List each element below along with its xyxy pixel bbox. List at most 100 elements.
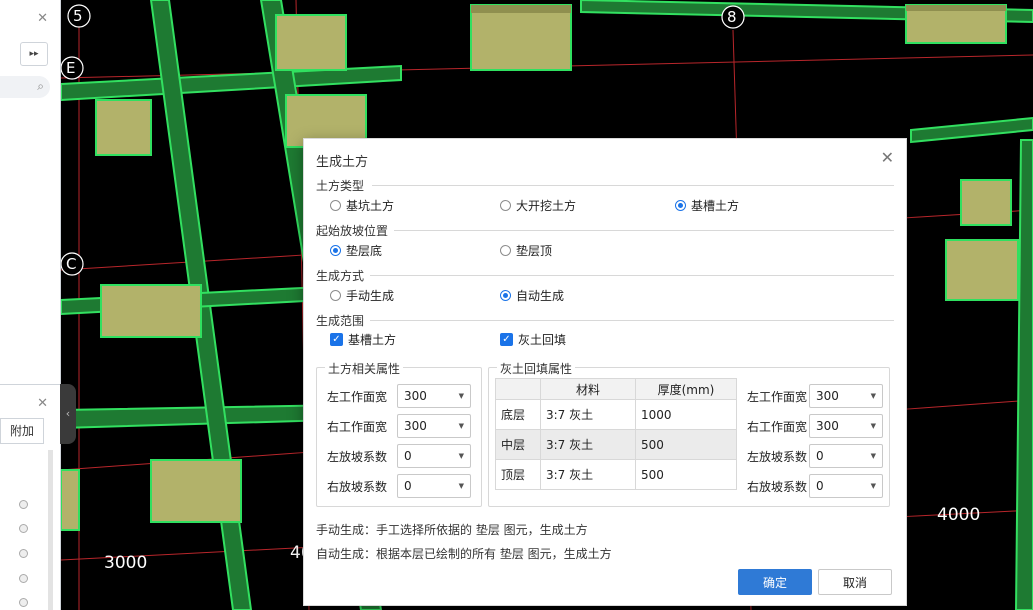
material-cell[interactable]: 3:7 灰土	[540, 459, 636, 490]
group-title: 土方相关属性	[325, 360, 404, 377]
cancel-button[interactable]: 取消	[818, 569, 892, 595]
table-row[interactable]: 顶层 3:7 灰土 500	[495, 459, 737, 490]
radio-label: 手动生成	[346, 289, 395, 303]
thickness-cell[interactable]: 500	[635, 429, 737, 460]
search-icon[interactable]: ⌕	[37, 79, 44, 94]
table-row[interactable]: 中层 3:7 灰土 500	[495, 429, 737, 460]
radio-label: 基坑土方	[346, 199, 395, 213]
material-cell[interactable]: 3:7 灰土	[540, 429, 636, 460]
layer-cell: 顶层	[495, 459, 541, 490]
collapse-handle[interactable]: ‹	[60, 384, 76, 444]
radio-icon[interactable]	[19, 574, 28, 583]
ok-button[interactable]: 确定	[738, 569, 812, 595]
axis-label: 8	[727, 8, 737, 26]
backfill-props-group: 灰土回填属性 材料 厚度(mm) 底层 3:7 灰土 1000 中层 3:7 灰…	[488, 360, 890, 507]
select-value: 300	[816, 419, 839, 433]
dropdown-arrow-icon: ▼	[870, 392, 876, 400]
search-input[interactable]: ⌕	[0, 76, 50, 98]
thickness-cell[interactable]: 1000	[635, 399, 737, 430]
add-button[interactable]: 附加	[0, 418, 44, 444]
radio-selected-icon	[675, 200, 686, 211]
panel-close-icon[interactable]: ✕	[37, 11, 48, 26]
material-cell[interactable]: 3:7 灰土	[540, 399, 636, 430]
backfill-right-work-width-select[interactable]: 300 ▼	[809, 414, 883, 438]
radio-label: 自动生成	[516, 289, 565, 303]
radio-manual-generate[interactable]: 手动生成	[330, 287, 394, 304]
radio-open-excavation[interactable]: 大开挖土方	[500, 197, 576, 214]
radio-icon[interactable]	[19, 524, 28, 533]
column-header	[495, 378, 541, 400]
checkbox-lime-backfill[interactable]: ✓ 灰土回填	[500, 331, 566, 348]
section-divider	[394, 230, 894, 231]
dropdown-arrow-icon: ▼	[870, 452, 876, 460]
backfill-left-slope-label: 左放坡系数	[747, 450, 808, 464]
radio-icon	[330, 290, 341, 301]
dialog-title: 生成土方	[316, 155, 369, 170]
dropdown-arrow-icon: ▼	[458, 392, 464, 400]
section-title-earthwork-type: 土方类型	[316, 179, 365, 193]
radio-icon	[500, 245, 511, 256]
scrollbar[interactable]	[48, 450, 53, 610]
select-value: 300	[816, 389, 839, 403]
table-header-row: 材料 厚度(mm)	[495, 378, 737, 400]
radio-pit-earthwork[interactable]: 基坑土方	[330, 197, 394, 214]
left-work-width-select[interactable]: 300 ▼	[397, 384, 471, 408]
backfill-right-slope-select[interactable]: 0 ▼	[809, 474, 883, 498]
layer-cell: 底层	[495, 399, 541, 430]
radio-cushion-top[interactable]: 垫层顶	[500, 242, 552, 259]
dropdown-arrow-icon: ▼	[870, 422, 876, 430]
checkbox-trench-earthwork[interactable]: ✓ 基槽土方	[330, 331, 396, 348]
backfill-right-work-width-label: 右工作面宽	[747, 420, 808, 434]
manual-generate-note: 手动生成：手工选择所依据的 垫层 图元，生成土方	[316, 523, 588, 537]
section-title-generate-mode: 生成方式	[316, 269, 365, 283]
panel-close-icon[interactable]: ✕	[37, 396, 48, 411]
radio-label: 大开挖土方	[516, 199, 577, 213]
right-work-width-label: 右工作面宽	[327, 420, 388, 434]
axis-label: E	[66, 59, 76, 77]
section-title-scope: 生成范围	[316, 314, 365, 328]
dropdown-arrow-icon: ▼	[458, 482, 464, 490]
left-panel: ✕ ▸▸ ⌕ ✕ 附加	[0, 0, 61, 610]
radio-icon[interactable]	[19, 549, 28, 558]
dimension-label: 3000	[104, 553, 148, 573]
select-value: 0	[816, 479, 824, 493]
dropdown-arrow-icon: ▼	[870, 482, 876, 490]
right-work-width-select[interactable]: 300 ▼	[397, 414, 471, 438]
backfill-left-work-width-label: 左工作面宽	[747, 390, 808, 404]
expand-button[interactable]: ▸▸	[20, 42, 48, 66]
radio-auto-generate[interactable]: 自动生成	[500, 287, 564, 304]
axis-label: C	[66, 255, 77, 273]
left-slope-select[interactable]: 0 ▼	[397, 444, 471, 468]
dropdown-arrow-icon: ▼	[458, 422, 464, 430]
radio-icon[interactable]	[19, 500, 28, 509]
select-value: 0	[816, 449, 824, 463]
table-row[interactable]: 底层 3:7 灰土 1000	[495, 399, 737, 430]
backfill-left-work-width-select[interactable]: 300 ▼	[809, 384, 883, 408]
column-header: 材料	[540, 378, 636, 400]
right-slope-label: 右放坡系数	[327, 480, 388, 494]
column-header: 厚度(mm)	[635, 378, 737, 400]
radio-cushion-bottom[interactable]: 垫层底	[330, 242, 382, 259]
axis-label: 5	[73, 7, 83, 25]
close-icon[interactable]: ✕	[881, 148, 894, 167]
radio-icon[interactable]	[19, 598, 28, 607]
radio-icon	[500, 200, 511, 211]
section-title-slope-start: 起始放坡位置	[316, 224, 389, 238]
backfill-left-slope-select[interactable]: 0 ▼	[809, 444, 883, 468]
checkbox-label: 基槽土方	[348, 333, 397, 347]
checkbox-checked-icon: ✓	[330, 333, 343, 346]
right-slope-select[interactable]: 0 ▼	[397, 474, 471, 498]
radio-trench-earthwork[interactable]: 基槽土方	[675, 197, 739, 214]
layer-cell: 中层	[495, 429, 541, 460]
earth-props-group: 土方相关属性 左工作面宽 300 ▼ 右工作面宽 300 ▼ 左放坡系数 0 ▼ 右放…	[316, 360, 482, 507]
generate-earthwork-dialog: 生成土方 ✕ 土方类型 基坑土方 大开挖土方 基槽土方 起始放坡位置 垫层底 垫…	[303, 138, 907, 606]
select-value: 300	[404, 419, 427, 433]
section-divider	[372, 185, 894, 186]
left-work-width-label: 左工作面宽	[327, 390, 388, 404]
thickness-cell[interactable]: 500	[635, 459, 737, 490]
radio-selected-icon	[500, 290, 511, 301]
auto-generate-note: 自动生成：根据本层已绘制的所有 垫层 图元，生成土方	[316, 547, 612, 561]
select-value: 300	[404, 389, 427, 403]
checkbox-label: 灰土回填	[518, 333, 567, 347]
section-divider	[370, 275, 894, 276]
